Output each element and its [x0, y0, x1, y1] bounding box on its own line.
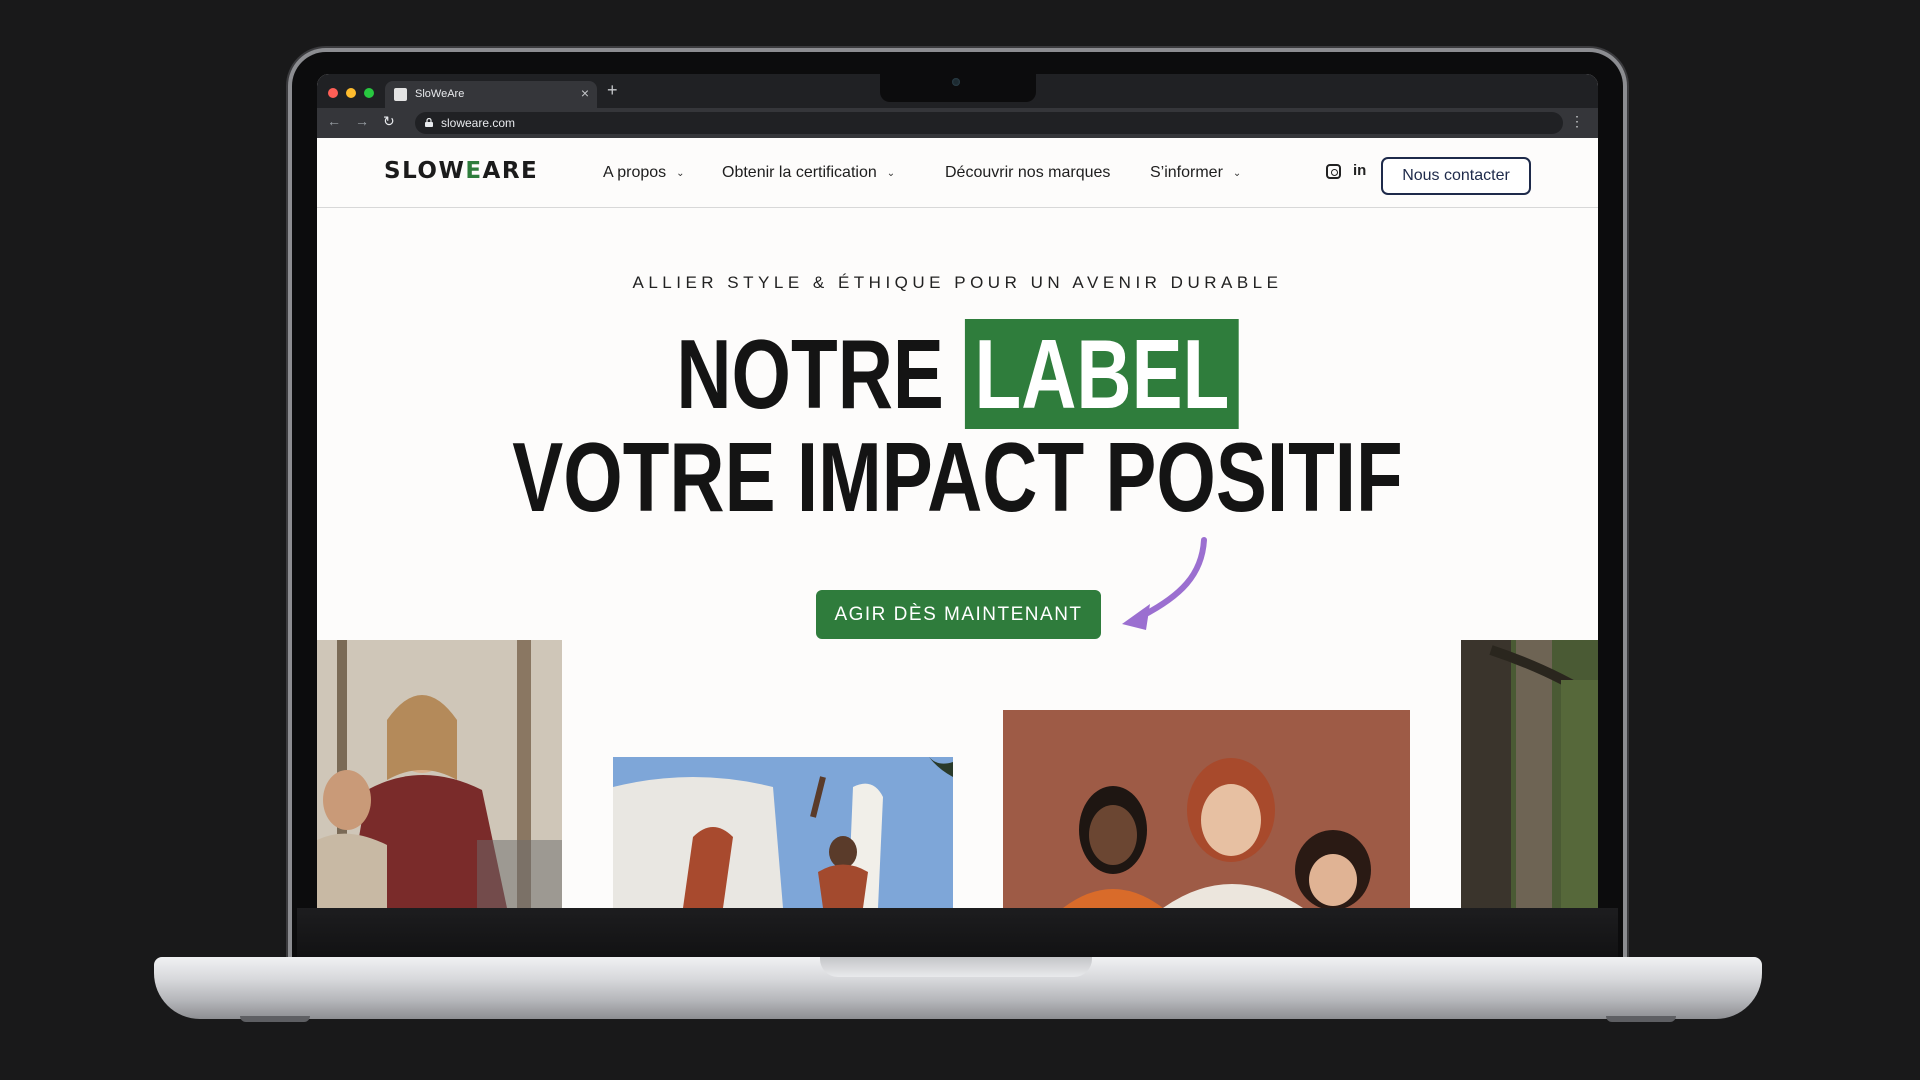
cta-agir-button[interactable]: AGIR DÈS MAINTENANT — [816, 590, 1101, 639]
headline-prefix: NOTRE — [676, 319, 944, 429]
new-tab-button[interactable]: + — [607, 80, 618, 101]
photo-woman-jumping — [613, 757, 953, 908]
hero-headline-line-1: NOTRE LABEL — [458, 319, 1457, 429]
linkedin-icon[interactable]: in — [1353, 162, 1366, 179]
nav-item-a-propos[interactable]: A propos ⌄ — [603, 164, 685, 182]
forward-arrow-icon[interactable]: → — [355, 113, 369, 129]
favicon-icon — [394, 88, 407, 101]
browser-toolbar: ← → ↻ sloweare.com ⋮ — [317, 108, 1598, 138]
logo-text-accent: E — [465, 158, 483, 184]
site-header: SLOWEARE A propos ⌄ Obtenir la certifica… — [317, 138, 1598, 208]
laptop-foot-left — [240, 1016, 310, 1022]
laptop-opening-groove — [820, 957, 1092, 977]
chevron-down-icon: ⌄ — [1232, 167, 1242, 179]
hero-tagline: ALLIER STYLE & ÉTHIQUE POUR UN AVENIR DU… — [632, 273, 1283, 292]
nav-label: Découvrir nos marques — [945, 164, 1111, 181]
nav-label: A propos — [603, 164, 667, 181]
tab-title: SloWeAre — [415, 88, 465, 100]
reload-icon[interactable]: ↻ — [383, 113, 395, 130]
tab-close-icon[interactable]: × — [581, 85, 589, 101]
instagram-icon[interactable] — [1326, 164, 1341, 179]
curved-arrow-icon — [1122, 537, 1207, 630]
hero-headline-line-2: VOTRE IMPACT POSITIF — [512, 422, 1403, 532]
url-text: sloweare.com — [441, 116, 516, 130]
close-window-button[interactable] — [328, 88, 338, 98]
lock-icon — [425, 118, 433, 127]
maximize-window-button[interactable] — [364, 88, 374, 98]
logo-text-suffix: ARE — [482, 158, 539, 184]
laptop-foot-right — [1606, 1016, 1676, 1022]
nav-item-marques[interactable]: Découvrir nos marques — [945, 164, 1110, 182]
nav-item-informer[interactable]: S’informer ⌄ — [1150, 164, 1241, 182]
chevron-down-icon: ⌄ — [886, 167, 896, 179]
browser-tab[interactable]: SloWeAre × — [385, 81, 597, 108]
webcam-icon — [952, 78, 960, 86]
chevron-down-icon: ⌄ — [676, 167, 685, 179]
nav-label: Obtenir la certification — [722, 164, 877, 181]
logo-text-prefix: SLOW — [384, 158, 466, 184]
sloweare-logo[interactable]: SLOWEARE — [384, 158, 538, 184]
photo-forest-trees — [1461, 640, 1598, 908]
laptop-screen: SloWeAre × + ← → ↻ sloweare.com ⋮ SLOWEA… — [317, 74, 1598, 908]
headline-highlight: LABEL — [965, 319, 1239, 429]
photo-couple-knitwear — [317, 640, 562, 908]
contact-button[interactable]: Nous contacter — [1381, 157, 1531, 195]
camera-notch — [880, 70, 1036, 102]
minimize-window-button[interactable] — [346, 88, 356, 98]
photo-three-women-smiling — [1003, 710, 1410, 908]
browser-menu-icon[interactable]: ⋮ — [1570, 114, 1584, 128]
address-bar[interactable]: sloweare.com — [415, 112, 1563, 134]
nav-item-certification[interactable]: Obtenir la certification ⌄ — [722, 164, 895, 182]
back-arrow-icon[interactable]: ← — [327, 113, 341, 129]
screen-bezel — [297, 908, 1618, 962]
nav-label: S’informer — [1150, 164, 1223, 181]
